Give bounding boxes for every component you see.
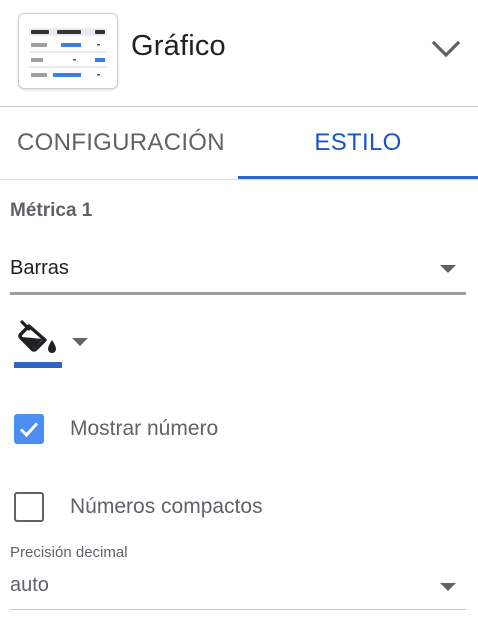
show-number-checkbox[interactable] [14,414,44,444]
chart-title: Gráfico [131,30,226,62]
show-number-label: Mostrar número [70,417,219,440]
tab-style[interactable]: ESTILO [238,107,478,179]
compact-numbers-checkbox[interactable] [14,492,44,522]
select-underline [10,292,466,295]
tab-bar: CONFIGURACIÓN ESTILO [0,107,478,180]
section-title-metric: Métrica 1 [10,200,93,221]
metric-color-picker[interactable] [14,318,94,370]
display-type-select[interactable]: Barras [10,248,466,298]
selected-color-swatch [14,362,62,368]
panel-header: Gráfico [0,0,478,107]
table-chart-icon [18,13,118,89]
compact-numbers-option: Números compactos [14,492,454,526]
decimal-precision-label: Precisión decimal [10,544,128,561]
dropdown-arrow-icon [72,338,88,346]
tab-configuration[interactable]: CONFIGURACIÓN [0,107,238,179]
decimal-precision-value: auto [10,574,49,596]
compact-numbers-label: Números compactos [70,495,263,518]
display-type-value: Barras [10,257,69,279]
paint-bucket-icon [16,318,62,361]
select-underline [10,609,466,610]
checkmark-icon [19,422,39,438]
show-number-option: Mostrar número [14,414,454,448]
decimal-precision-select[interactable]: auto [10,570,466,614]
tab-bar-divider [0,179,478,180]
dropdown-arrow-icon [440,265,456,273]
dropdown-arrow-icon [440,583,456,591]
chevron-down-icon[interactable] [428,36,464,64]
